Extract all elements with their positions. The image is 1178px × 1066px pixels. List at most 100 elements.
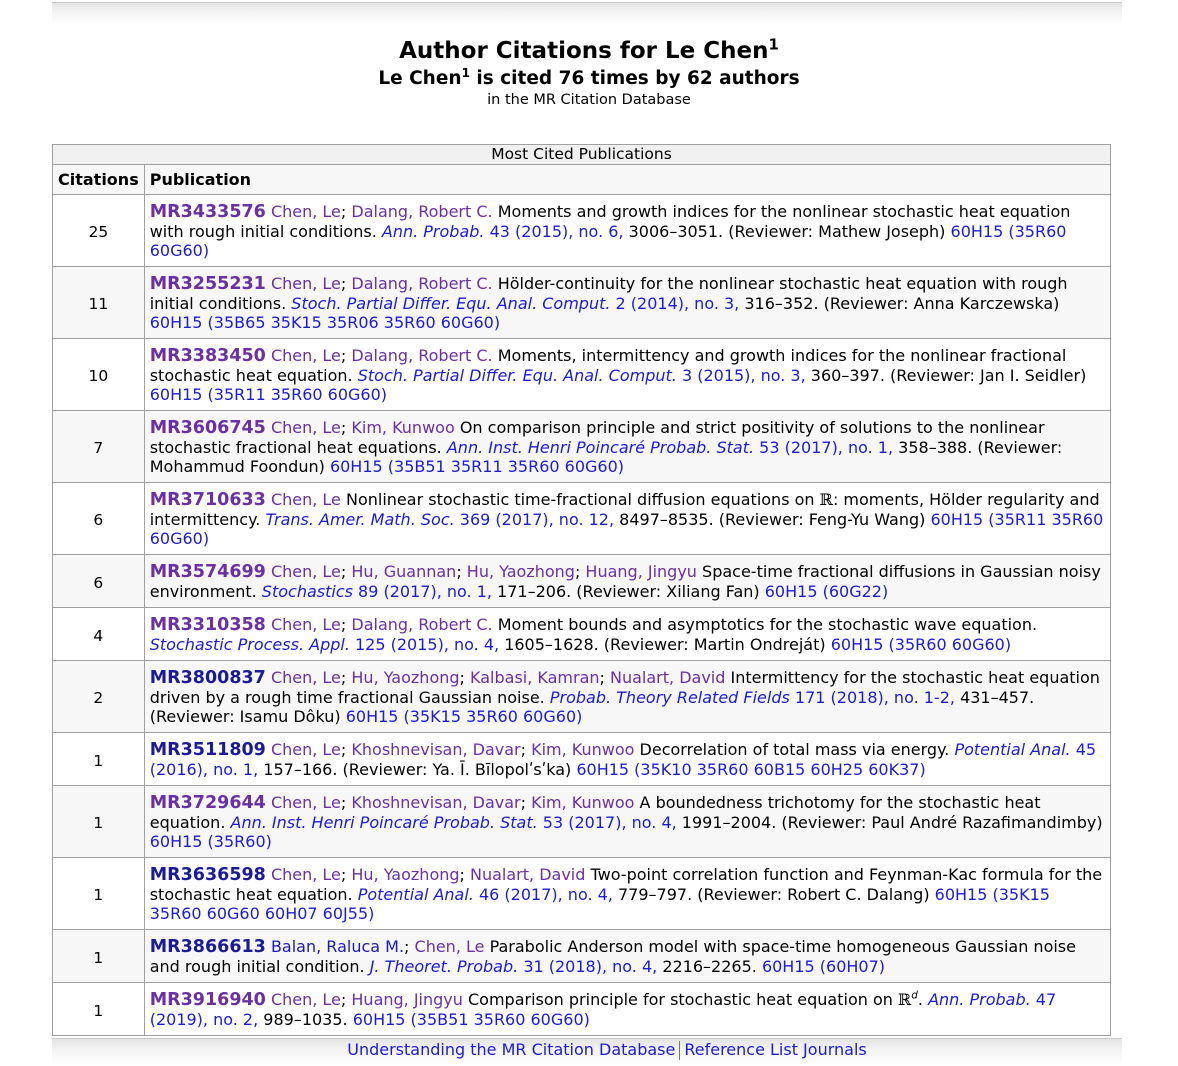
journal-name: Stochastic Process. Appl. xyxy=(149,635,350,654)
most-cited-table: Most Cited Publications Citations Public… xyxy=(52,144,1112,1036)
author-link[interactable]: Chen, Le xyxy=(271,990,341,1009)
msc-classification-link[interactable]: 60H15 (35R60) xyxy=(150,832,272,851)
journal-issue: 89 (2017), no. 1, xyxy=(358,582,492,601)
mr-number-link[interactable]: MR3511809 xyxy=(150,740,266,760)
author-link[interactable]: Chen, Le xyxy=(271,202,341,221)
author-link[interactable]: Nualart, David xyxy=(610,668,725,687)
msc-classification-link[interactable]: 60H15 (35K10 35R60 60B15 60H25 60K37) xyxy=(576,760,925,779)
author-link[interactable]: Chen, Le xyxy=(271,346,341,365)
pages-and-reviewer: 1605–1628. (Reviewer: Martin Ondreját) xyxy=(504,635,826,654)
mr-number-link[interactable]: MR3606745 xyxy=(150,418,266,438)
author-link[interactable]: Dalang, Robert C. xyxy=(351,202,492,221)
author-link[interactable]: Khoshnevisan, Davar xyxy=(351,740,520,759)
publication-cell: MR3800837 Chen, Le; Hu, Yaozhong; Kalbas… xyxy=(143,660,1112,733)
mr-number-link[interactable]: MR3310358 xyxy=(150,615,266,635)
journal-link[interactable]: Ann. Inst. Henri Poincaré Probab. Stat. … xyxy=(231,813,677,832)
mr-number-link[interactable]: MR3383450 xyxy=(150,346,266,366)
journal-issue: 171 (2018), no. 1-2, xyxy=(794,688,955,707)
author-link[interactable]: Chen, Le xyxy=(271,793,341,812)
journal-link[interactable]: Stochastic Process. Appl. 125 (2015), no… xyxy=(150,635,499,654)
author-link[interactable]: Hu, Yaozhong xyxy=(351,865,459,884)
footer-links: Understanding the MR Citation Database Re… xyxy=(0,1040,1178,1060)
publication-cell: MR3255231 Chen, Le; Dalang, Robert C. Hö… xyxy=(143,266,1112,339)
mr-number-link[interactable]: MR3710633 xyxy=(150,490,266,510)
table-row: 6 MR3574699 Chen, Le; Hu, Guannan; Hu, Ya… xyxy=(52,554,1112,608)
author-link[interactable]: Chen, Le xyxy=(271,490,341,509)
journal-name: Ann. Inst. Henri Poincaré Probab. Stat. xyxy=(230,813,538,832)
journal-link[interactable]: Ann. Inst. Henri Poincaré Probab. Stat. … xyxy=(447,438,893,457)
journal-link[interactable]: Stoch. Partial Differ. Equ. Anal. Comput… xyxy=(358,366,806,385)
author-link[interactable]: Hu, Yaozhong xyxy=(351,668,459,687)
msc-classification-link[interactable]: 60H15 (60G22) xyxy=(765,582,888,601)
blackboard-r-symbol: ℝ xyxy=(819,490,833,509)
publication-title-end: . xyxy=(917,990,923,1009)
author-link[interactable]: Chen, Le xyxy=(271,668,341,687)
pages-and-reviewer: 989–1035. xyxy=(263,1010,348,1029)
mr-number-link[interactable]: MR3636598 xyxy=(150,865,266,885)
page-title: Author Citations for Le Chen1 xyxy=(399,35,779,64)
table-row: 6 MR3710633 Chen, Le Nonlinear stochastic… xyxy=(52,482,1112,555)
author-link[interactable]: Chen, Le xyxy=(271,740,341,759)
author-link[interactable]: Kim, Kunwoo xyxy=(351,418,454,437)
journal-link[interactable]: Stoch. Partial Differ. Equ. Anal. Comput… xyxy=(291,294,739,313)
author-link[interactable]: Dalang, Robert C. xyxy=(351,346,492,365)
author-link[interactable]: Chen, Le xyxy=(271,562,341,581)
msc-classification-link[interactable]: 60H15 (35K15 35R60 60G60) xyxy=(346,707,583,726)
publication-cell: MR3606745 Chen, Le; Kim, Kunwoo On compa… xyxy=(143,410,1112,483)
author-link[interactable]: Chen, Le xyxy=(271,274,341,293)
author-link[interactable]: Hu, Yaozhong xyxy=(467,562,575,581)
author-link[interactable]: Kim, Kunwoo xyxy=(531,740,634,759)
author-link[interactable]: Chen, Le xyxy=(271,615,341,634)
citation-count: 1 xyxy=(52,857,145,930)
author-link[interactable]: Hu, Guannan xyxy=(351,562,456,581)
author-link[interactable]: Chen, Le xyxy=(271,418,341,437)
msc-classification-link[interactable]: 60H15 (60H07) xyxy=(762,957,885,976)
pages-and-reviewer: 8497–8535. (Reviewer: Feng-Yu Wang) xyxy=(619,510,926,529)
mr-number-link[interactable]: MR3916940 xyxy=(150,990,266,1010)
journal-link[interactable]: Potential Anal. 46 (2017), no. 4, xyxy=(358,885,613,904)
author-link[interactable]: Kim, Kunwoo xyxy=(531,793,634,812)
pages-and-reviewer: 157–166. (Reviewer: Ya. Ī. Bīlopolʹsʹka) xyxy=(263,760,572,779)
journal-link[interactable]: Probab. Theory Related Fields 171 (2018)… xyxy=(550,688,955,707)
author-link[interactable]: Khoshnevisan, Davar xyxy=(351,793,520,812)
author-link[interactable]: Chen, Le xyxy=(271,865,341,884)
msc-classification-link[interactable]: 60H15 (35R60 60G60) xyxy=(831,635,1011,654)
page: Author Citations for Le Chen1 Le Chen1 i… xyxy=(0,0,1178,1066)
author-link[interactable]: Nualart, David xyxy=(470,865,585,884)
msc-classification-link[interactable]: 60H15 (35B51 35R11 35R60 60G60) xyxy=(330,457,624,476)
citation-count: 25 xyxy=(52,194,145,267)
journal-link[interactable]: Stochastics 89 (2017), no. 1, xyxy=(262,582,492,601)
mr-number-link[interactable]: MR3574699 xyxy=(150,562,266,582)
journal-name: Trans. Amer. Math. Soc. xyxy=(265,510,455,529)
author-link[interactable]: Huang, Jingyu xyxy=(351,990,463,1009)
journal-link[interactable]: J. Theoret. Probab. 31 (2018), no. 4, xyxy=(370,957,658,976)
msc-classification-link[interactable]: 60H15 (35B51 35R60 60G60) xyxy=(353,1010,590,1029)
journal-issue: 43 (2015), no. 6, xyxy=(489,222,624,241)
table-body: 25 MR3433576 Chen, Le; Dalang, Robert C. … xyxy=(52,194,1112,1036)
journal-issue: 369 (2017), no. 12, xyxy=(459,510,615,529)
journal-link[interactable]: Trans. Amer. Math. Soc. 369 (2017), no. … xyxy=(265,510,614,529)
publication-cell: MR3710633 Chen, Le Nonlinear stochastic … xyxy=(143,482,1112,555)
mr-number-link[interactable]: MR3729644 xyxy=(150,793,266,813)
mr-number-link[interactable]: MR3433576 xyxy=(150,202,266,222)
msc-classification-link[interactable]: 60H15 (35R11 35R60 60G60) xyxy=(150,385,387,404)
mr-number-link[interactable]: MR3255231 xyxy=(150,274,266,294)
mr-number-link[interactable]: MR3800837 xyxy=(150,668,266,688)
author-link[interactable]: Balan, Raluca M. xyxy=(271,937,404,956)
author-link[interactable]: Kalbasi, Kamran xyxy=(470,668,600,687)
journal-issue: 53 (2017), no. 1, xyxy=(759,438,894,457)
journal-issue: 3 (2015), no. 3, xyxy=(681,366,806,385)
top-bar xyxy=(52,2,1122,26)
understanding-database-link[interactable]: Understanding the MR Citation Database xyxy=(343,1040,679,1059)
author-link[interactable]: Dalang, Robert C. xyxy=(351,274,492,293)
author-link[interactable]: Dalang, Robert C. xyxy=(351,615,492,634)
publication-title: Moment bounds and asymptotics for the st… xyxy=(497,615,1038,634)
author-link[interactable]: Chen, Le xyxy=(415,937,485,956)
citation-count: 6 xyxy=(52,482,145,555)
reference-list-journals-link[interactable]: Reference List Journals xyxy=(680,1040,870,1059)
msc-classification-link[interactable]: 60H15 (35B65 35K15 35R06 35R60 60G60) xyxy=(150,313,500,332)
journal-link[interactable]: Ann. Probab. 43 (2015), no. 6, xyxy=(382,222,624,241)
mr-number-link[interactable]: MR3866613 xyxy=(150,937,266,957)
publication-title: Decorrelation of total mass via energy. xyxy=(639,740,950,759)
author-link[interactable]: Huang, Jingyu xyxy=(585,562,697,581)
